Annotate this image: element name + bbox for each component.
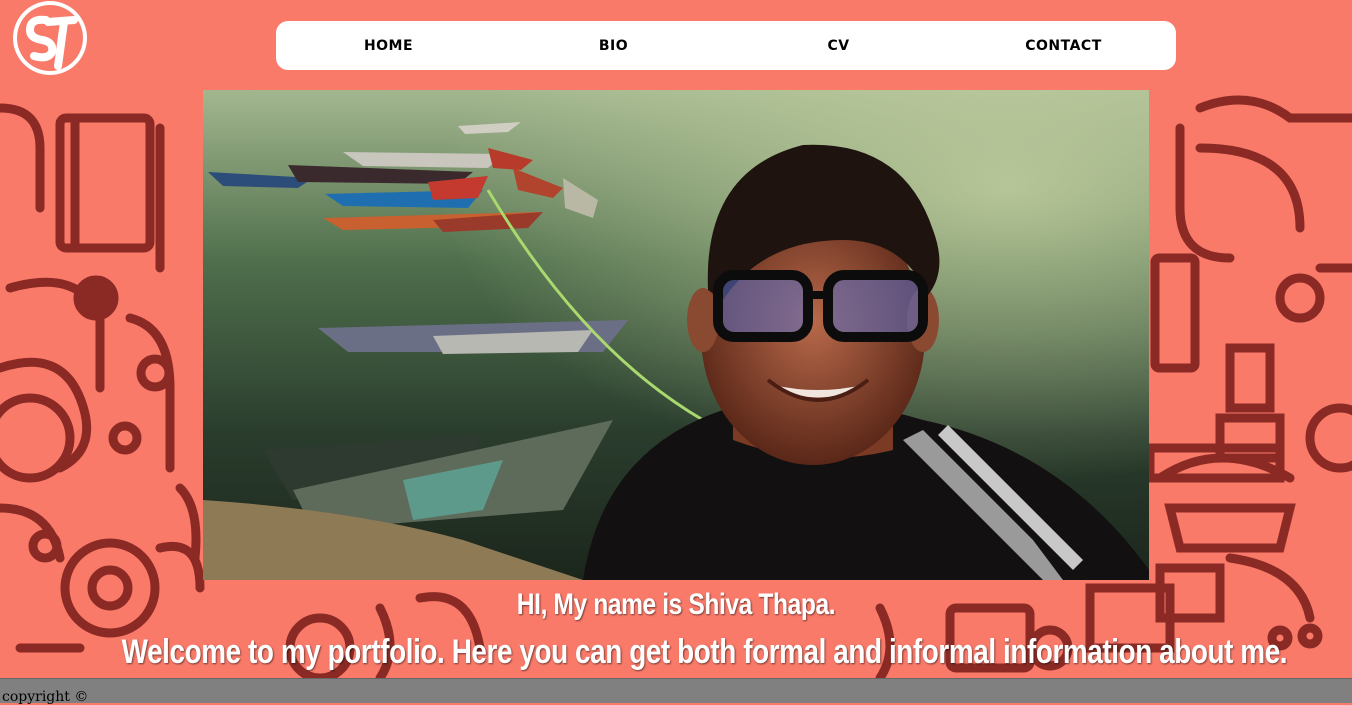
intro-text: HI, My name is Shiva Thapa. Welcome to m… <box>0 582 1352 676</box>
copyright-text: copyright © <box>2 689 89 705</box>
nav-home[interactable]: HOME <box>276 38 501 54</box>
profile-photo <box>203 90 1149 580</box>
nav-bio[interactable]: BIO <box>501 38 726 54</box>
intro-greeting: HI, My name is Shiva Thapa. <box>516 588 836 621</box>
main-nav: HOME BIO CV CONTACT <box>276 21 1176 70</box>
intro-welcome: Welcome to my portfolio. Here you can ge… <box>121 633 1288 671</box>
site-header: HOME BIO CV CONTACT <box>0 0 1352 90</box>
nav-cv[interactable]: CV <box>726 38 951 54</box>
nav-contact[interactable]: CONTACT <box>951 38 1176 54</box>
st-monogram-logo-icon[interactable] <box>8 0 92 80</box>
profile-photo-image <box>203 90 1149 580</box>
site-footer: copyright © <box>0 678 1352 705</box>
